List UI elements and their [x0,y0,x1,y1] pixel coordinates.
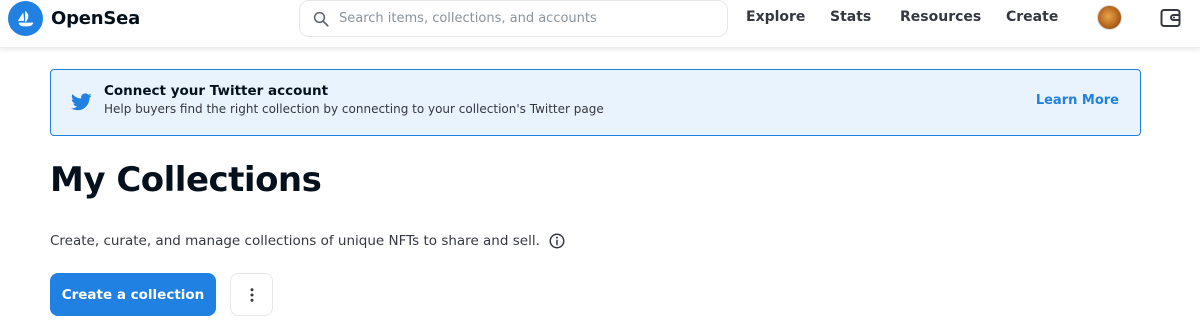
search-input[interactable] [339,11,719,26]
create-collection-button[interactable]: Create a collection [50,273,216,316]
learn-more-link[interactable]: Learn More [1036,93,1119,108]
search-bar[interactable] [299,0,728,37]
banner-description: Help buyers find the right collection by… [104,102,604,116]
nav-create[interactable]: Create [1006,9,1058,25]
subtitle-text: Create, curate, and manage collections o… [50,233,540,249]
nav-resources[interactable]: Resources [900,9,981,25]
nav-stats[interactable]: Stats [830,9,871,25]
info-icon[interactable] [548,232,566,250]
top-navbar: OpenSea Explore Stats Resources Create [0,0,1200,48]
twitter-connect-banner: Connect your Twitter account Help buyers… [50,69,1141,136]
page-title: My Collections [50,160,322,200]
twitter-icon [71,93,92,111]
nav-explore[interactable]: Explore [746,9,805,25]
more-options-button[interactable] [230,273,273,316]
search-icon [313,11,329,27]
user-avatar[interactable] [1097,5,1122,30]
brand-name: OpenSea [51,8,141,29]
more-vertical-icon [250,287,253,302]
page-subtitle: Create, curate, and manage collections o… [50,232,566,250]
opensea-logo-icon [8,1,43,36]
wallet-icon[interactable] [1158,6,1183,30]
banner-title: Connect your Twitter account [104,83,329,99]
brand-logo[interactable]: OpenSea [8,1,140,36]
